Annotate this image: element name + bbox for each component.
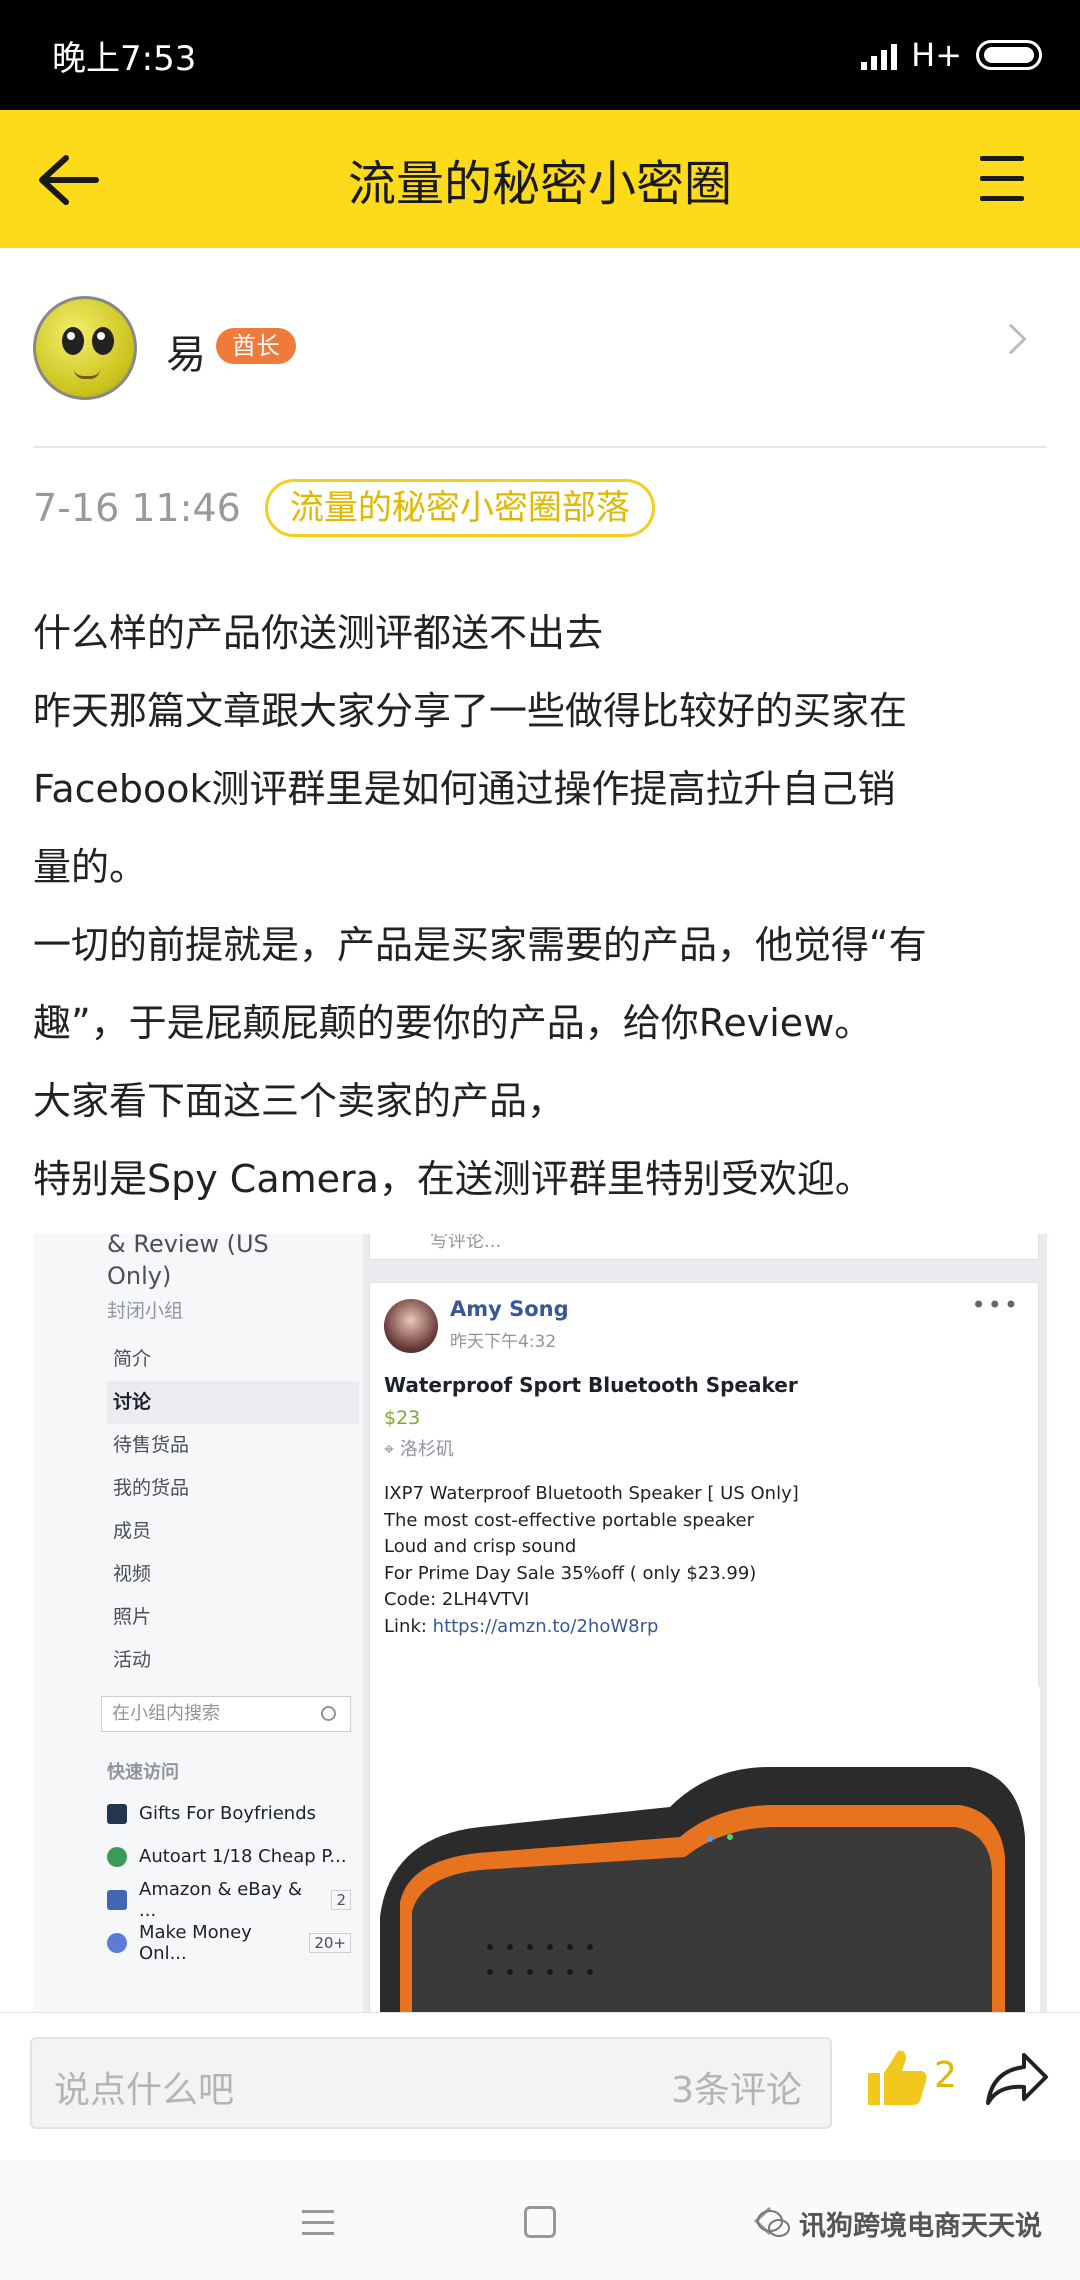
fb-post-author: Amy Song: [450, 1297, 569, 1321]
chevron-right-icon[interactable]: [995, 323, 1027, 355]
more-dots-icon: •••: [971, 1291, 1020, 1319]
fb-post-time: 昨天下午4:32: [450, 1332, 557, 1352]
post-line: Facebook测评群里是如何通过操作提高拉升自己销: [33, 767, 896, 811]
fb-nav-item-active: 讨论: [107, 1381, 359, 1424]
battery-icon: [976, 40, 1042, 70]
post-body: 什么样的产品你送测评都送不出去 昨天那篇文章跟大家分享了一些做得比较好的买家在 …: [33, 594, 1053, 1218]
fb-nav-item: 视频: [113, 1563, 152, 1585]
thumbs-up-icon[interactable]: [866, 2045, 930, 2109]
status-bar: 晚上7:53 H+: [0, 0, 1080, 110]
fb-nav-item: 简介: [113, 1348, 152, 1370]
fb-quick-access-list: Gifts For Boyfriends Autoart 1/18 Cheap …: [107, 1792, 351, 1964]
comment-count[interactable]: 3条评论: [671, 2061, 802, 2113]
post-line: 一切的前提就是，产品是买家需要的产品，他觉得“有: [33, 923, 927, 967]
comment-placeholder: 说点什么吧: [54, 2070, 235, 2111]
fb-group-nav: 简介 讨论 待售货品 我的货品 成员 视频 照片 活动: [107, 1338, 359, 1682]
back-arrow-icon[interactable]: [36, 152, 100, 208]
status-time: 晚上7:53: [52, 38, 197, 79]
author-row[interactable]: 易 酋长: [0, 248, 1080, 446]
post-line: 趣”，于是屁颠屁颠的要你的产品，给你Review。: [33, 1001, 873, 1045]
top-bar: 流量的秘密小密圈: [0, 110, 1080, 248]
fb-nav-item: 待售货品: [113, 1434, 190, 1456]
network-type: H+: [911, 36, 962, 74]
page-title: 流量的秘密小密圈: [347, 156, 732, 212]
status-icons: H+: [861, 36, 1042, 74]
fb-group-sidebar: & Review (US Only) 封闭小组 简介 讨论 待售货品 我的货品 …: [33, 1234, 363, 2012]
fb-post-title: Waterproof Sport Bluetooth Speaker: [384, 1373, 798, 1397]
fb-post-body: IXP7 Waterproof Bluetooth Speaker [ US O…: [384, 1483, 799, 1637]
fb-nav-item: 活动: [113, 1649, 152, 1671]
menu-icon[interactable]: [980, 154, 1024, 204]
comment-input[interactable]: 说点什么吧 3条评论: [30, 2037, 832, 2129]
post-line: 昨天那篇文章跟大家分享了一些做得比较好的买家在: [33, 689, 908, 733]
avatar[interactable]: [33, 296, 137, 400]
post-line: 大家看下面这三个卖家的产品，: [33, 1079, 566, 1123]
watermark: 讯狗跨境电商天天说: [757, 2204, 1042, 2243]
post-meta: 7-16 11:46 流量的秘密小密圈部落: [33, 478, 655, 538]
signal-icon: [861, 40, 898, 70]
like-count: 2: [934, 2055, 957, 2096]
wechat-icon: [757, 2209, 790, 2237]
fb-group-type: 封闭小组: [107, 1300, 184, 1322]
comment-bar: 说点什么吧 3条评论 2: [0, 2012, 1080, 2160]
fb-nav-item: 照片: [113, 1606, 152, 1628]
fb-group-search: 在小组内搜索: [101, 1696, 351, 1732]
fb-quick-access-title: 快速访问: [107, 1762, 179, 1783]
fb-quick-item: Gifts For Boyfriends: [107, 1792, 351, 1835]
fb-quick-item: Amazon & eBay & ... 2: [107, 1878, 351, 1921]
fb-post-price: $23: [384, 1407, 421, 1429]
post-date: 7-16 11:46: [33, 486, 241, 530]
fb-post-avatar: [384, 1299, 438, 1353]
fb-comment-box: 写评论...: [369, 1234, 1039, 1260]
post-line: 特别是Spy Camera，在送测评群里特别受欢迎。: [33, 1157, 873, 1201]
role-badge: 酋长: [216, 328, 296, 364]
share-icon[interactable]: [984, 2049, 1050, 2109]
fb-nav-item: 我的货品: [113, 1477, 190, 1499]
fb-nav-item: 成员: [113, 1520, 152, 1542]
fb-quick-item: Autoart 1/18 Cheap P...: [107, 1835, 351, 1878]
fb-post-card: Amy Song 昨天下午4:32 ••• Waterproof Sport B…: [369, 1282, 1040, 2012]
author-name[interactable]: 易: [166, 322, 206, 380]
post-line: 量的。: [33, 845, 148, 889]
divider: [33, 446, 1047, 448]
location-pin-icon: ⌖: [384, 1439, 400, 1460]
tribe-tag[interactable]: 流量的秘密小密圈部落: [264, 479, 655, 537]
recent-apps-icon[interactable]: [302, 2210, 334, 2236]
home-icon[interactable]: [524, 2206, 556, 2238]
fb-quick-item: Make Money Onl... 20+: [107, 1921, 351, 1964]
fb-group-name: & Review (US Only): [107, 1234, 269, 1290]
post-line: 什么样的产品你送测评都送不出去: [33, 611, 604, 655]
system-nav-bar: 讯狗跨境电商天天说: [0, 2160, 1080, 2280]
embedded-screenshot[interactable]: & Review (US Only) 封闭小组 简介 讨论 待售货品 我的货品 …: [33, 1234, 1047, 2012]
speaker-product-image: [370, 1687, 1040, 2012]
fb-post-location: ⌖ 洛杉矶: [384, 1439, 454, 1460]
